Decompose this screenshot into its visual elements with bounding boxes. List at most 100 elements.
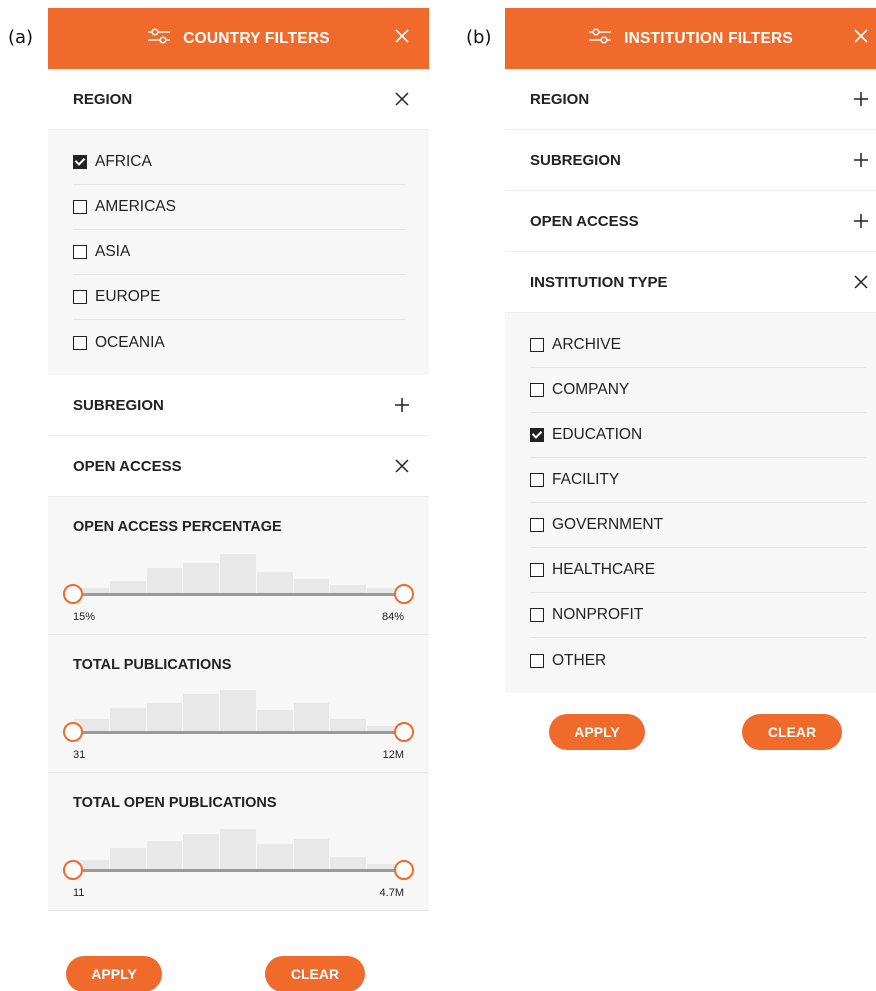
checkbox-row-company[interactable]: COMPANY <box>530 368 866 413</box>
plus-icon[interactable] <box>852 90 870 108</box>
checkbox[interactable] <box>73 335 87 350</box>
range-min-handle[interactable] <box>63 584 83 604</box>
checkbox[interactable] <box>73 290 87 304</box>
checkbox-row-oceania[interactable]: OCEANIA <box>73 320 405 365</box>
close-icon[interactable] <box>393 457 411 475</box>
institution-type-section-header[interactable]: INSTITUTION TYPE <box>505 252 876 313</box>
open-access-section-title: OPEN ACCESS <box>73 457 182 475</box>
institution-filters-title: INSTITUTION FILTERS <box>624 29 793 47</box>
range-max-handle[interactable] <box>394 722 414 742</box>
histogram-bar <box>220 829 256 869</box>
close-icon[interactable] <box>391 25 413 47</box>
histogram-bar <box>256 844 293 869</box>
checkbox-checked[interactable] <box>73 155 87 169</box>
range-track[interactable] <box>73 869 404 872</box>
checkbox-row-education[interactable]: EDUCATION <box>530 413 866 458</box>
checkbox[interactable] <box>530 473 544 487</box>
checkbox-row-other[interactable]: OTHER <box>530 638 866 683</box>
checkbox-label: EDUCATION <box>552 426 643 443</box>
histogram-bar <box>256 572 293 593</box>
range-max-handle[interactable] <box>394 860 414 880</box>
region-section-header[interactable]: REGION <box>48 69 429 130</box>
histogram-bar <box>183 694 220 731</box>
range-track[interactable] <box>73 731 404 734</box>
checkbox-label: ARCHIVE <box>552 336 621 353</box>
apply-button[interactable]: APPLY <box>549 714 645 750</box>
histogram-bar <box>146 841 183 869</box>
apply-button[interactable]: APPLY <box>66 956 162 991</box>
clear-button[interactable]: CLEAR <box>742 714 842 750</box>
subregion-section-title: SUBREGION <box>73 396 164 414</box>
open-access-section-header[interactable]: OPEN ACCESS <box>505 191 876 252</box>
range-filter: TOTAL PUBLICATIONS 31 12M <box>48 635 429 773</box>
range-histogram <box>73 547 404 593</box>
institution-filters-panel: INSTITUTION FILTERS REGION SUBREGION OPE… <box>505 8 876 693</box>
checkbox[interactable] <box>73 200 87 214</box>
close-icon[interactable] <box>850 25 872 47</box>
checkbox-row-healthcare[interactable]: HEALTHCARE <box>530 548 866 593</box>
plus-icon[interactable] <box>393 396 411 414</box>
checkbox-label: COMPANY <box>552 381 630 398</box>
range-filter: TOTAL OPEN PUBLICATIONS 11 4.7M <box>48 773 429 911</box>
plus-icon[interactable] <box>852 212 870 230</box>
range-track[interactable] <box>73 593 404 596</box>
panel-b-label: (b) <box>466 27 492 48</box>
subregion-section-title: SUBREGION <box>530 151 621 169</box>
region-section-title: REGION <box>530 90 590 108</box>
checkbox-label: FACILITY <box>552 471 620 488</box>
open-access-section-title: OPEN ACCESS <box>530 212 639 230</box>
close-icon[interactable] <box>393 90 411 108</box>
histogram-bar <box>146 703 183 731</box>
region-section-header[interactable]: REGION <box>505 69 876 130</box>
subregion-section-header[interactable]: SUBREGION <box>505 130 876 191</box>
checkbox-label: OTHER <box>552 651 607 669</box>
checkbox-label: EUROPE <box>95 288 161 305</box>
institution-type-section-title: INSTITUTION TYPE <box>530 273 668 291</box>
open-access-section-header[interactable]: OPEN ACCESS <box>48 436 429 497</box>
checkbox-row-government[interactable]: GOVERNMENT <box>530 503 866 548</box>
range-filter: OPEN ACCESS PERCENTAGE 15% 84% <box>48 497 429 635</box>
histogram-bar <box>330 719 367 731</box>
checkbox[interactable] <box>530 338 544 352</box>
histogram-bar <box>183 834 220 869</box>
institution-type-checkbox-list: ARCHIVE COMPANY EDUCATION FACILITY GOVERNMEN… <box>505 313 876 693</box>
clear-button[interactable]: CLEAR <box>265 956 365 991</box>
checkbox-row-africa[interactable]: AFRICA <box>73 140 405 185</box>
checkbox[interactable] <box>530 383 544 397</box>
checkbox-row-asia[interactable]: ASIA <box>73 230 405 275</box>
checkbox[interactable] <box>530 653 544 668</box>
close-icon[interactable] <box>852 273 870 291</box>
range-histogram <box>73 685 404 731</box>
range-max-handle[interactable] <box>394 584 414 604</box>
filter-sliders-icon <box>588 28 612 49</box>
histogram-bar <box>256 710 293 731</box>
histogram-bar <box>183 563 220 593</box>
checkbox[interactable] <box>73 245 87 259</box>
country-filters-panel: COUNTRY FILTERS REGION AFRICA AMERICAS ASI… <box>48 8 429 911</box>
checkbox-label: GOVERNMENT <box>552 516 664 533</box>
range-filter-title: TOTAL PUBLICATIONS <box>73 657 232 673</box>
checkbox-checked[interactable] <box>530 428 544 442</box>
range-min-handle[interactable] <box>63 722 83 742</box>
checkbox-row-facility[interactable]: FACILITY <box>530 458 866 503</box>
plus-icon[interactable] <box>852 151 870 169</box>
region-checkbox-list: AFRICA AMERICAS ASIA EUROPE OCEANIA <box>48 130 429 375</box>
range-filter-title: OPEN ACCESS PERCENTAGE <box>73 519 282 535</box>
range-max-label: 12M <box>382 749 404 761</box>
checkbox-row-americas[interactable]: AMERICAS <box>73 185 405 230</box>
country-filters-header: COUNTRY FILTERS <box>48 8 429 69</box>
range-min-handle[interactable] <box>63 860 83 880</box>
checkbox-row-europe[interactable]: EUROPE <box>73 275 405 320</box>
checkbox-row-archive[interactable]: ARCHIVE <box>530 323 866 368</box>
subregion-section-header[interactable]: SUBREGION <box>48 375 429 436</box>
range-min-label: 31 <box>73 749 86 761</box>
checkbox[interactable] <box>530 608 544 622</box>
range-max-label: 84% <box>381 611 404 623</box>
histogram-bar <box>220 554 256 593</box>
open-access-ranges: OPEN ACCESS PERCENTAGE 15% 84% TOTAL PUBLIC… <box>48 497 429 911</box>
checkbox-row-nonprofit[interactable]: NONPROFIT <box>530 593 866 638</box>
checkbox[interactable] <box>530 518 544 532</box>
checkbox[interactable] <box>530 563 544 577</box>
range-max-label: 4.7M <box>379 887 404 899</box>
checkbox-label: ASIA <box>95 243 131 260</box>
